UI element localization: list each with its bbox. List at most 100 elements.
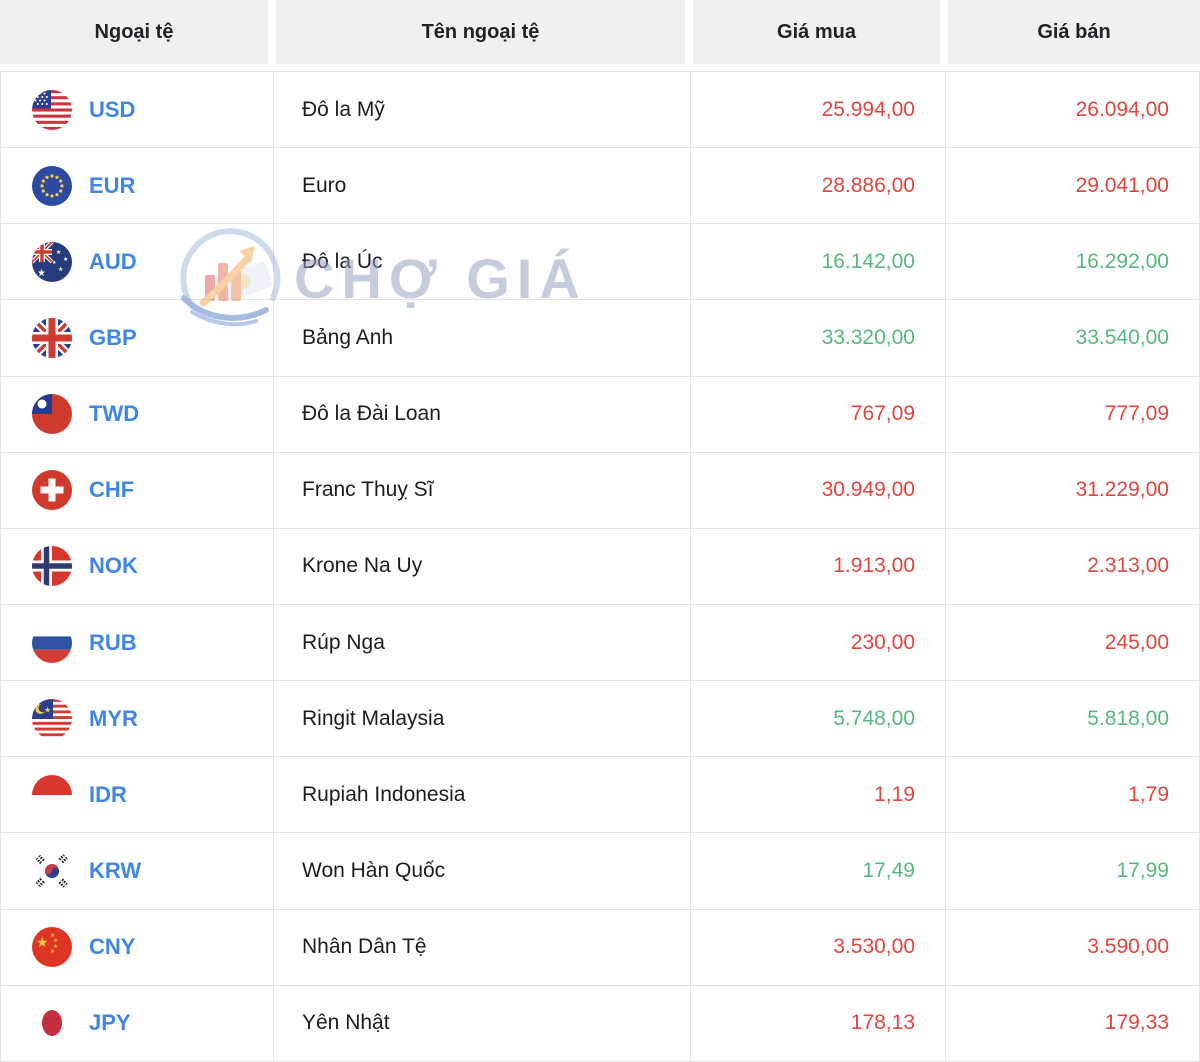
currency-code[interactable]: KRW [89, 858, 141, 884]
sell-price: 33.540,00 [1075, 325, 1169, 349]
table-row: RUB Rúp Nga 230,00 245,00 [0, 604, 1200, 682]
currency-name: Đô la Mỹ [302, 97, 385, 121]
sell-price: 16.292,00 [1075, 249, 1169, 273]
buy-price-cell: 1,19 [690, 757, 945, 833]
buy-price: 33.320,00 [821, 325, 915, 349]
currency-code[interactable]: EUR [89, 173, 135, 199]
table-row: CHF Franc Thuỵ Sĩ 30.949,00 31.229,00 [0, 452, 1200, 529]
currency-name: Đô la Đài Loan [302, 402, 441, 426]
currency-name-cell: Rupiah Indonesia [273, 757, 690, 833]
currency-name: Nhân Dân Tệ [302, 935, 427, 959]
sell-price: 245,00 [1104, 630, 1169, 654]
currency-cell: TWD [1, 377, 273, 452]
sell-price: 5.818,00 [1087, 706, 1169, 730]
sell-price-cell: 31.229,00 [945, 452, 1199, 528]
currency-name-cell: Đô la Đài Loan [273, 376, 690, 452]
currency-name-cell: Euro [273, 148, 690, 224]
currency-name-cell: Đô la Úc [273, 224, 690, 300]
currency-name: Đô la Úc [302, 249, 383, 273]
table-row: JPY Yên Nhật 178,13 179,33 [0, 985, 1200, 1062]
currency-cell: NOK [1, 529, 273, 604]
buy-price-cell: 767,09 [690, 376, 945, 452]
table-row: ★ MYR Ringit Malaysia 5.748,00 5.818,00 [0, 681, 1200, 758]
currency-cell: ★ ★ ★ ★ ★ AUD [1, 224, 273, 299]
currency-name: Rúp Nga [302, 630, 385, 654]
currency-cell: EUR [1, 148, 273, 223]
currency-name: Bảng Anh [302, 325, 394, 349]
currency-code[interactable]: CHF [89, 477, 134, 503]
flag-usd-icon [32, 89, 72, 130]
sell-price-cell: 26.094,00 [945, 72, 1199, 148]
buy-price-cell: 16.142,00 [690, 224, 945, 300]
flag-krw-icon [32, 850, 72, 891]
sell-price: 2.313,00 [1087, 554, 1169, 578]
currency-code[interactable]: JPY [89, 1010, 131, 1036]
currency-code[interactable]: NOK [89, 553, 138, 579]
buy-price: 230,00 [850, 630, 915, 654]
currency-cell: RUB [1, 605, 273, 680]
table-row: TWD Đô la Đài Loan 767,09 777,09 [0, 376, 1200, 453]
flag-nok-icon [32, 546, 72, 587]
currency-code[interactable]: USD [89, 97, 135, 123]
sell-price: 29.041,00 [1075, 173, 1169, 197]
buy-price: 3.530,00 [833, 935, 915, 959]
buy-price: 25.994,00 [821, 97, 915, 121]
flag-aud-icon: ★ ★ ★ ★ ★ [32, 241, 72, 282]
currency-name-cell: Nhân Dân Tệ [273, 909, 690, 985]
currency-cell: CHF [1, 453, 273, 528]
table-row: IDR Rupiah Indonesia 1,19 1,79 [0, 757, 1200, 834]
currency-code[interactable]: MYR [89, 706, 138, 732]
table-row: ★ ★ ★ ★ ★ AUD Đô la Úc 16.142,00 16.292,00 [0, 224, 1200, 301]
svg-text:★: ★ [56, 249, 61, 256]
buy-price-cell: 28.886,00 [690, 148, 945, 224]
currency-name-cell: Franc Thuỵ Sĩ [273, 452, 690, 528]
currency-cell: USD [1, 72, 273, 147]
currency-name-cell: Đô la Mỹ [273, 72, 690, 148]
currency-code[interactable]: CNY [89, 934, 135, 960]
sell-price: 179,33 [1104, 1011, 1169, 1035]
currency-code[interactable]: IDR [89, 782, 127, 808]
currency-code[interactable]: TWD [89, 401, 139, 427]
currency-name-cell: Ringit Malaysia [273, 681, 690, 757]
flag-gbp-icon [32, 317, 72, 358]
currency-name-cell: Krone Na Uy [273, 528, 690, 604]
table-header: Ngoại tệ Tên ngoại tệ Giá mua Giá bán [0, 0, 1200, 64]
currency-name: Krone Na Uy [302, 554, 423, 578]
currency-code[interactable]: AUD [89, 249, 137, 275]
svg-text:★: ★ [63, 256, 68, 263]
currency-name: Yên Nhật [302, 1011, 390, 1035]
buy-price-cell: 3.530,00 [690, 909, 945, 985]
sell-price: 1,79 [1128, 782, 1169, 806]
column-header-currency: Ngoại tệ [0, 0, 268, 64]
currency-cell: ★ MYR [1, 681, 273, 756]
buy-price: 1,19 [874, 782, 915, 806]
buy-price-cell: 178,13 [690, 985, 945, 1061]
buy-price: 767,09 [850, 402, 915, 426]
sell-price: 17,99 [1116, 858, 1169, 882]
flag-chf-icon [32, 470, 72, 511]
table-row: GBP Bảng Anh 33.320,00 33.540,00 [0, 300, 1200, 377]
currency-cell: IDR [1, 757, 273, 832]
sell-price-cell: 2.313,00 [945, 528, 1199, 604]
flag-twd-icon [32, 394, 72, 435]
currency-code[interactable]: RUB [89, 630, 137, 656]
svg-text:★: ★ [37, 268, 46, 279]
buy-price-cell: 33.320,00 [690, 300, 945, 376]
sell-price: 3.590,00 [1087, 935, 1169, 959]
sell-price-cell: 16.292,00 [945, 224, 1199, 300]
table-row: NOK Krone Na Uy 1.913,00 2.313,00 [0, 528, 1200, 605]
flag-eur-icon [32, 165, 72, 206]
buy-price-cell: 230,00 [690, 604, 945, 681]
currency-cell: ★ ★ ★ ★ ★ CNY [1, 910, 273, 985]
sell-price-cell: 5.818,00 [945, 681, 1199, 757]
sell-price-cell: 777,09 [945, 376, 1199, 452]
flag-cny-icon: ★ ★ ★ ★ ★ [32, 927, 72, 968]
svg-text:★: ★ [58, 266, 63, 273]
column-header-currency-name: Tên ngoại tệ [276, 0, 685, 64]
currency-code[interactable]: GBP [89, 325, 137, 351]
currency-name-cell: Bảng Anh [273, 300, 690, 376]
sell-price-cell: 3.590,00 [945, 909, 1199, 985]
buy-price-cell: 17,49 [690, 833, 945, 909]
sell-price-cell: 245,00 [945, 604, 1199, 681]
sell-price: 31.229,00 [1075, 478, 1169, 502]
